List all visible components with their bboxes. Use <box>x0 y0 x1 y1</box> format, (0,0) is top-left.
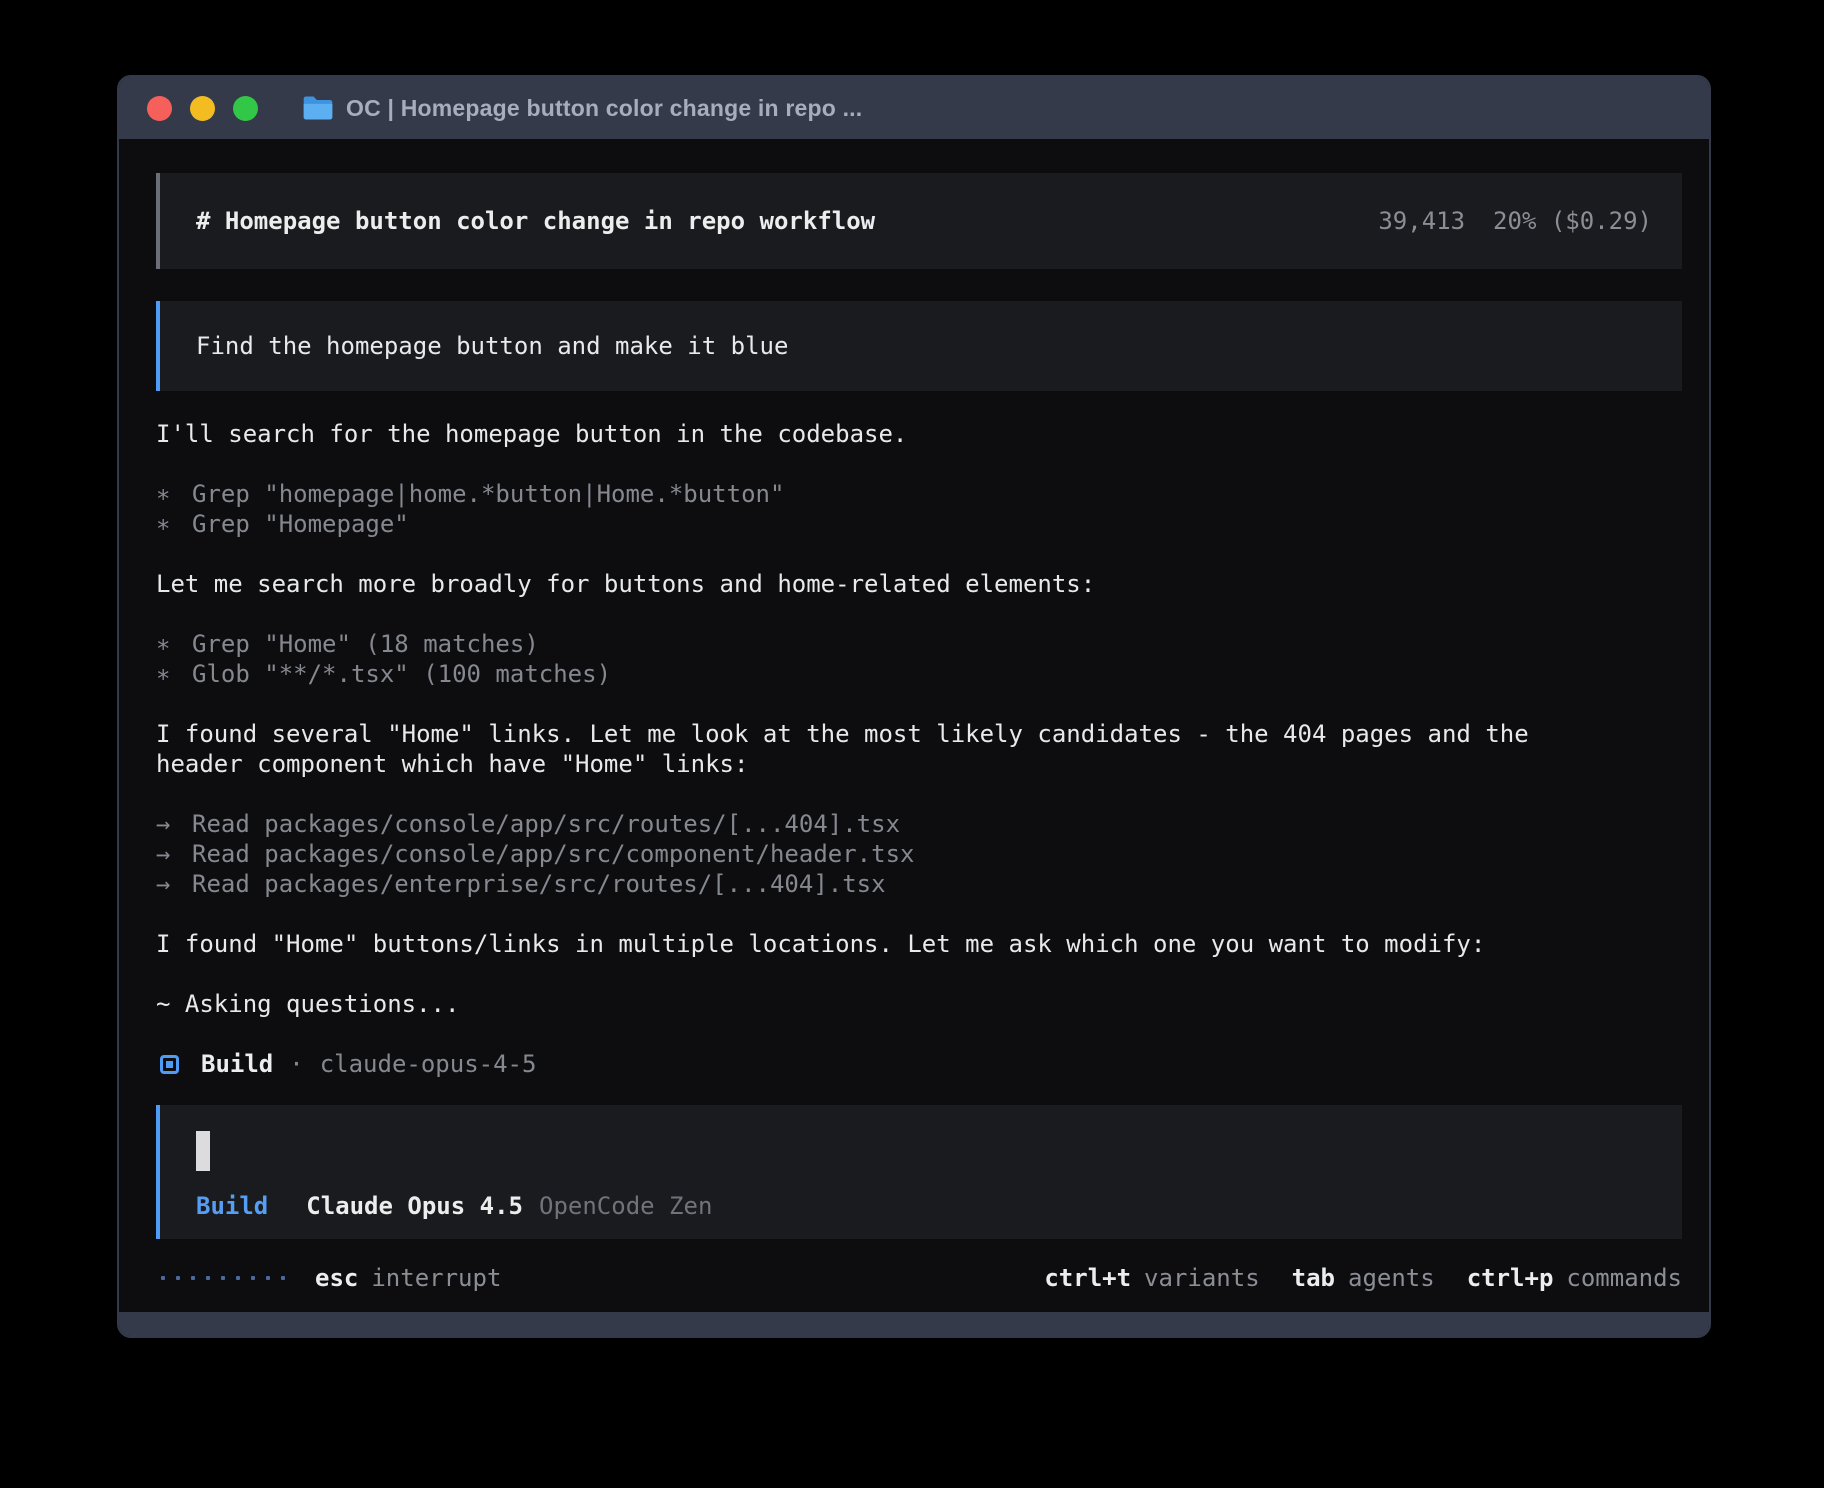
tool-call-read: →Read packages/console/app/src/component… <box>156 839 1678 869</box>
shortcut-variants: ctrl+t variants <box>1044 1263 1259 1293</box>
assistant-paragraph: I found several "Home" links. Let me loo… <box>156 719 1678 779</box>
close-button[interactable] <box>147 96 172 121</box>
window-title: OC | Homepage button color change in rep… <box>346 95 862 122</box>
prompt-input[interactable]: Build Claude Opus 4.5 OpenCode Zen <box>156 1105 1682 1239</box>
agent-separator: · <box>289 1049 303 1079</box>
tool-bullet-icon: ∗ <box>156 509 192 539</box>
tool-call-grep: ∗Grep "homepage|home.*button|Home.*butto… <box>156 479 1678 509</box>
shortcut-commands: ctrl+p commands <box>1467 1263 1682 1293</box>
folder-icon <box>302 95 334 121</box>
tool-call-glob: ∗Glob "**/*.tsx" (100 matches) <box>156 659 1678 689</box>
tool-call-label: Grep "Homepage" <box>192 510 409 538</box>
agent-name: Build <box>201 1049 273 1079</box>
shortcut-label: commands <box>1566 1263 1682 1293</box>
mode-label[interactable]: Build <box>196 1191 268 1221</box>
shortcut-list: ctrl+t variants tab agents ctrl+p comman… <box>1044 1263 1682 1293</box>
tool-bullet-icon: ∗ <box>156 479 192 509</box>
tool-call-label: Glob "**/*.tsx" (100 matches) <box>192 660 611 688</box>
tool-call-label: Read packages/console/app/src/component/… <box>192 840 914 868</box>
assistant-text: I'll search for the homepage button in t… <box>156 419 1678 449</box>
model-name[interactable]: Claude Opus 4.5 <box>306 1191 523 1221</box>
token-count: 39,413 <box>1378 206 1465 236</box>
shortcut-key: tab <box>1292 1263 1335 1293</box>
session-stats: 39,413 20% ($0.29) <box>1378 206 1652 236</box>
assistant-text: header component which have "Home" links… <box>156 749 1678 779</box>
window-controls <box>147 96 258 121</box>
assistant-text: I found "Home" buttons/links in multiple… <box>156 929 1678 959</box>
conversation: I'll search for the homepage button in t… <box>156 419 1678 1079</box>
tool-call-group: ∗Grep "Home" (18 matches) ∗Glob "**/*.ts… <box>156 629 1678 689</box>
assistant-text: I found several "Home" links. Let me loo… <box>156 719 1678 749</box>
tool-bullet-icon: ∗ <box>156 629 192 659</box>
titlebar: OC | Homepage button color change in rep… <box>119 77 1709 139</box>
session-header: # Homepage button color change in repo w… <box>156 173 1682 269</box>
shortcut-label: agents <box>1348 1263 1435 1293</box>
minimize-button[interactable] <box>190 96 215 121</box>
read-arrow-icon: → <box>156 809 192 839</box>
tool-call-label: Read packages/enterprise/src/routes/[...… <box>192 870 886 898</box>
shortcut-interrupt: esc interrupt <box>315 1263 501 1293</box>
context-cost: 20% ($0.29) <box>1493 206 1652 236</box>
tool-bullet-icon: ∗ <box>156 659 192 689</box>
session-title: # Homepage button color change in repo w… <box>196 206 875 236</box>
zoom-button[interactable] <box>233 96 258 121</box>
tool-call-group: ∗Grep "homepage|home.*button|Home.*butto… <box>156 479 1678 539</box>
terminal-content: # Homepage button color change in repo w… <box>119 139 1709 1312</box>
tool-call-label: Grep "homepage|home.*button|Home.*button… <box>192 480 784 508</box>
shortcut-agents: tab agents <box>1292 1263 1435 1293</box>
terminal-window: OC | Homepage button color change in rep… <box>117 75 1711 1338</box>
tool-call-read: →Read packages/console/app/src/routes/[.… <box>156 809 1678 839</box>
shortcut-label: interrupt <box>371 1263 501 1293</box>
user-message: Find the homepage button and make it blu… <box>156 301 1682 391</box>
input-model-row: Build Claude Opus 4.5 OpenCode Zen <box>196 1191 1652 1221</box>
activity-status: ~ Asking questions... <box>156 989 1678 1019</box>
agent-badge: Build · claude-opus-4-5 <box>156 1049 1678 1079</box>
status-bar: esc interrupt ctrl+t variants tab agents… <box>156 1263 1682 1293</box>
spinner-icon <box>161 1276 285 1280</box>
model-provider: OpenCode Zen <box>539 1191 712 1221</box>
shortcut-key: esc <box>315 1263 358 1293</box>
tool-call-label: Grep "Home" (18 matches) <box>192 630 539 658</box>
agent-square-icon <box>160 1055 179 1074</box>
tool-call-group: →Read packages/console/app/src/routes/[.… <box>156 809 1678 899</box>
read-arrow-icon: → <box>156 839 192 869</box>
shortcut-label: variants <box>1144 1263 1260 1293</box>
tool-call-label: Read packages/console/app/src/routes/[..… <box>192 810 900 838</box>
shortcut-key: ctrl+t <box>1044 1263 1131 1293</box>
shortcut-key: ctrl+p <box>1467 1263 1554 1293</box>
tool-call-read: →Read packages/enterprise/src/routes/[..… <box>156 869 1678 899</box>
agent-model: claude-opus-4-5 <box>320 1049 537 1079</box>
text-cursor <box>196 1131 210 1171</box>
read-arrow-icon: → <box>156 869 192 899</box>
window-bottom-edge <box>119 1312 1709 1336</box>
assistant-text: Let me search more broadly for buttons a… <box>156 569 1678 599</box>
tool-call-grep: ∗Grep "Homepage" <box>156 509 1678 539</box>
tool-call-grep: ∗Grep "Home" (18 matches) <box>156 629 1678 659</box>
user-message-text: Find the homepage button and make it blu… <box>196 331 788 361</box>
